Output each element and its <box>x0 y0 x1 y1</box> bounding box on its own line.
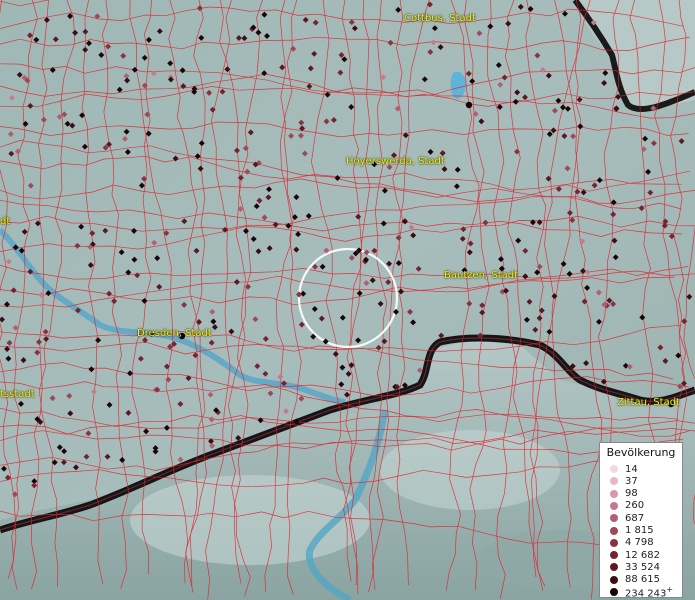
legend-label: 98 <box>625 488 638 500</box>
population-legend: Bevölkerung 14 37 98 260 687 1 815 4 798 12 682… <box>599 442 683 600</box>
legend-label: 4 798 <box>625 537 654 549</box>
city-label-dresden: Dresden, Stadt <box>137 328 212 339</box>
legend-item: 1 815 <box>610 525 654 537</box>
legend-item: 4 798 <box>610 537 654 549</box>
city-label-edge-left-top: dt <box>0 216 11 227</box>
legend-title: Bevölkerung <box>606 446 676 459</box>
legend-item: 260 <box>610 500 644 512</box>
legend-label: 33 524 <box>625 561 660 573</box>
legend-item: 234 243+ <box>610 584 674 600</box>
legend-swatch <box>610 575 618 584</box>
legend-swatch <box>610 563 618 572</box>
legend-swatch <box>610 501 618 510</box>
legend-label: 260 <box>625 500 645 512</box>
legend-label: 14 <box>625 463 638 475</box>
legend-swatch <box>610 489 618 498</box>
legend-swatch <box>610 551 618 560</box>
legend-swatch <box>610 538 618 547</box>
legend-item: 12 682 <box>610 549 660 561</box>
legend-swatch <box>610 477 618 486</box>
legend-item: 14 <box>610 463 638 475</box>
legend-label: 1 815 <box>625 525 654 536</box>
legend-plus: + <box>666 584 674 594</box>
legend-item: 687 <box>610 512 644 524</box>
legend-label: 234 243+ <box>625 584 674 600</box>
city-marker[interactable] <box>465 101 473 109</box>
city-label-cottbus: Cottbus, Stadt <box>404 13 476 24</box>
map-canvas[interactable] <box>0 0 695 600</box>
legend-label: 37 <box>625 475 638 487</box>
city-label-hoyerswerda: Hoyerswerda, Stadt <box>346 156 445 167</box>
legend-swatch <box>610 514 618 523</box>
legend-item: 33 524 <box>610 561 660 573</box>
legend-item: 37 <box>610 475 638 487</box>
city-label-edge-left: tsstadt <box>0 389 35 400</box>
legend-item: 98 <box>610 488 638 500</box>
legend-swatch <box>610 588 618 596</box>
legend-swatch <box>610 526 618 535</box>
legend-label: 687 <box>625 512 645 524</box>
legend-swatch <box>610 465 618 473</box>
legend-label: 12 682 <box>625 549 660 561</box>
city-label-zittau: Zittau, Stadt <box>617 397 680 408</box>
legend-label: 88 615 <box>625 574 660 586</box>
city-label-bautzen: Bautzen, Stadt <box>444 270 519 281</box>
